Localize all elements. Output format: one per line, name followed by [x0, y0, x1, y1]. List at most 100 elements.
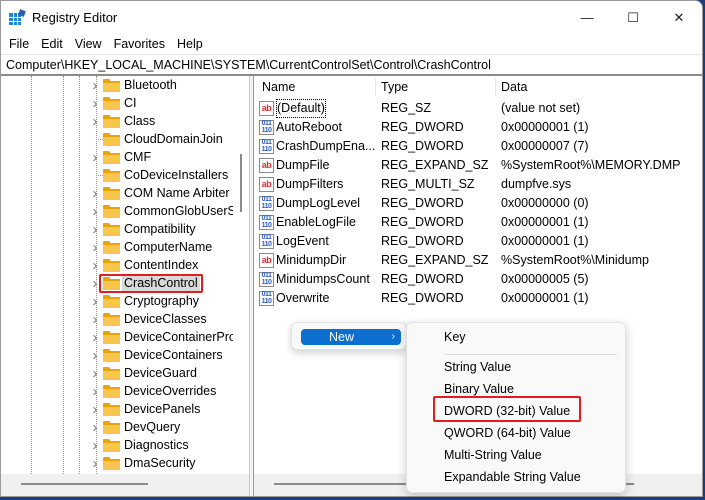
submenu-multi-string-value[interactable]: Multi-String Value: [444, 446, 542, 464]
expand-chevron-icon[interactable]: ›: [89, 455, 101, 472]
value-data: 0x00000001 (1): [501, 215, 589, 229]
tree-item[interactable]: CloudDomainJoin: [1, 130, 233, 148]
submenu-expandable-string-value[interactable]: Expandable String Value: [444, 468, 581, 486]
submenu-key[interactable]: Key: [444, 328, 466, 346]
tree-item[interactable]: › COM Name Arbiter: [1, 184, 233, 202]
tree-item[interactable]: › ContentIndex: [1, 256, 233, 274]
address-bar[interactable]: Computer\HKEY_LOCAL_MACHINE\SYSTEM\Curre…: [1, 54, 702, 76]
expand-chevron-icon[interactable]: ›: [89, 365, 101, 382]
value-row[interactable]: 011 110 CrashDumpEna... REG_DWORD 0x00000007…: [254, 137, 702, 156]
folder-icon: [103, 421, 120, 434]
tree-item[interactable]: › DevQuery: [1, 418, 233, 436]
scrollbar-thumb[interactable]: [240, 154, 242, 212]
tree-item[interactable]: › Bluetooth: [1, 76, 233, 94]
expand-chevron-icon[interactable]: ›: [89, 221, 101, 238]
tree-item[interactable]: › DevicePanels: [1, 400, 233, 418]
value-row[interactable]: ab MinidumpDir REG_EXPAND_SZ %SystemRoot%\M…: [254, 251, 702, 270]
expand-chevron-icon[interactable]: ›: [89, 329, 101, 346]
expand-chevron-icon[interactable]: ›: [89, 113, 101, 130]
minimize-icon: —: [580, 10, 594, 25]
value-row[interactable]: ab (Default) REG_SZ (value not set): [254, 99, 702, 118]
expand-chevron-icon[interactable]: ›: [89, 383, 101, 400]
tree-item[interactable]: › DeviceContainerProp: [1, 328, 243, 346]
expand-chevron-icon[interactable]: ›: [89, 311, 101, 328]
binary-value-icon: 011 110: [259, 291, 274, 306]
value-name: CrashDumpEna...: [276, 139, 376, 153]
expand-chevron-icon[interactable]: ›: [89, 203, 101, 220]
tree-item[interactable]: › CI: [1, 94, 233, 112]
tree-item[interactable]: › DmaSecurity: [1, 454, 233, 472]
value-data: 0x00000007 (7): [501, 139, 589, 153]
value-row[interactable]: 011 110 MinidumpsCount REG_DWORD 0x00000005 …: [254, 270, 702, 289]
value-row[interactable]: 011 110 AutoReboot REG_DWORD 0x00000001 (1): [254, 118, 702, 137]
menu-view[interactable]: View: [69, 37, 108, 51]
value-data: 0x00000001 (1): [501, 291, 589, 305]
tree-vertical-scrollbar[interactable]: [233, 76, 249, 474]
menu-edit[interactable]: Edit: [35, 37, 69, 51]
expand-chevron-icon[interactable]: ›: [89, 347, 101, 364]
new-label: New: [329, 330, 355, 344]
tree-item[interactable]: › DeviceClasses: [1, 310, 233, 328]
value-name: MinidumpsCount: [276, 272, 370, 286]
value-row[interactable]: ab DumpFile REG_EXPAND_SZ %SystemRoot%\MEMO…: [254, 156, 702, 175]
tree-item[interactable]: › ComputerName: [1, 238, 233, 256]
close-button[interactable]: ✕: [656, 1, 702, 34]
submenu-string-value[interactable]: String Value: [444, 358, 511, 376]
tree-item[interactable]: › CMF: [1, 148, 233, 166]
column-header-type[interactable]: Type: [381, 76, 408, 98]
tree-item[interactable]: › Cryptography: [1, 292, 233, 310]
tree-item-label: DeviceContainers: [124, 348, 223, 362]
menu-help[interactable]: Help: [171, 37, 209, 51]
value-row[interactable]: 011 110 EnableLogFile REG_DWORD 0x00000001 (…: [254, 213, 702, 232]
tree-item[interactable]: › DeviceOverrides: [1, 382, 233, 400]
value-row[interactable]: ab DumpFilters REG_MULTI_SZ dumpfve.sys: [254, 175, 702, 194]
tree-item[interactable]: CoDeviceInstallers: [1, 166, 233, 184]
tree-item-label: Diagnostics: [124, 438, 189, 452]
tree-horizontal-scrollbar[interactable]: [1, 474, 249, 496]
expand-chevron-icon[interactable]: ›: [89, 293, 101, 310]
title-bar: Registry Editor — ☐ ✕: [1, 1, 702, 34]
value-row[interactable]: 011 110 Overwrite REG_DWORD 0x00000001 (1): [254, 289, 702, 308]
submenu-qword-value[interactable]: QWORD (64-bit) Value: [444, 424, 571, 442]
tree-item-label: DevQuery: [124, 420, 181, 434]
value-name: DumpFile: [276, 158, 330, 172]
tree-item[interactable]: › Class: [1, 112, 233, 130]
maximize-button[interactable]: ☐: [610, 1, 656, 34]
folder-icon: [103, 313, 120, 326]
tree-item[interactable]: › Compatibility: [1, 220, 233, 238]
menu-separator: [445, 354, 617, 355]
tree-item[interactable]: › DeviceContainers: [1, 346, 233, 364]
column-header-name[interactable]: Name: [262, 76, 295, 98]
value-row[interactable]: 011 110 LogEvent REG_DWORD 0x00000001 (1): [254, 232, 702, 251]
menu-favorites[interactable]: Favorites: [108, 37, 171, 51]
scrollbar-thumb[interactable]: [21, 483, 148, 485]
expand-chevron-icon[interactable]: ›: [89, 257, 101, 274]
address-path[interactable]: Computer\HKEY_LOCAL_MACHINE\SYSTEM\Curre…: [6, 58, 491, 72]
column-divider[interactable]: [495, 78, 496, 96]
expand-chevron-icon[interactable]: ›: [89, 149, 101, 166]
value-type: REG_EXPAND_SZ: [381, 158, 489, 172]
column-divider[interactable]: [375, 78, 376, 96]
folder-icon: [103, 295, 120, 308]
minimize-button[interactable]: —: [564, 1, 610, 34]
expand-chevron-icon[interactable]: ›: [89, 77, 101, 94]
context-menu-new[interactable]: New ›: [301, 329, 401, 345]
expand-chevron-icon[interactable]: ›: [89, 419, 101, 436]
expand-chevron-icon[interactable]: ›: [89, 401, 101, 418]
column-header-data[interactable]: Data: [501, 76, 527, 98]
tree-item-label: Cryptography: [124, 294, 200, 308]
value-row[interactable]: 011 110 DumpLogLevel REG_DWORD 0x00000000 (0…: [254, 194, 702, 213]
tree-item-label: DeviceGuard: [124, 366, 197, 380]
value-data: %SystemRoot%\MEMORY.DMP: [501, 158, 681, 172]
menu-file[interactable]: File: [3, 37, 35, 51]
expand-chevron-icon[interactable]: ›: [89, 239, 101, 256]
tree-item[interactable]: › DeviceGuard: [1, 364, 233, 382]
tree-item[interactable]: › Diagnostics: [1, 436, 233, 454]
binary-value-icon: 011 110: [259, 272, 274, 287]
menu-bar: File Edit View Favorites Help: [1, 34, 702, 54]
expand-chevron-icon[interactable]: ›: [89, 437, 101, 454]
expand-chevron-icon[interactable]: ›: [89, 95, 101, 112]
expand-chevron-icon[interactable]: ›: [89, 185, 101, 202]
tree-item[interactable]: › CommonGlobUserSe: [1, 202, 243, 220]
binary-value-icon: 011 110: [259, 196, 274, 211]
